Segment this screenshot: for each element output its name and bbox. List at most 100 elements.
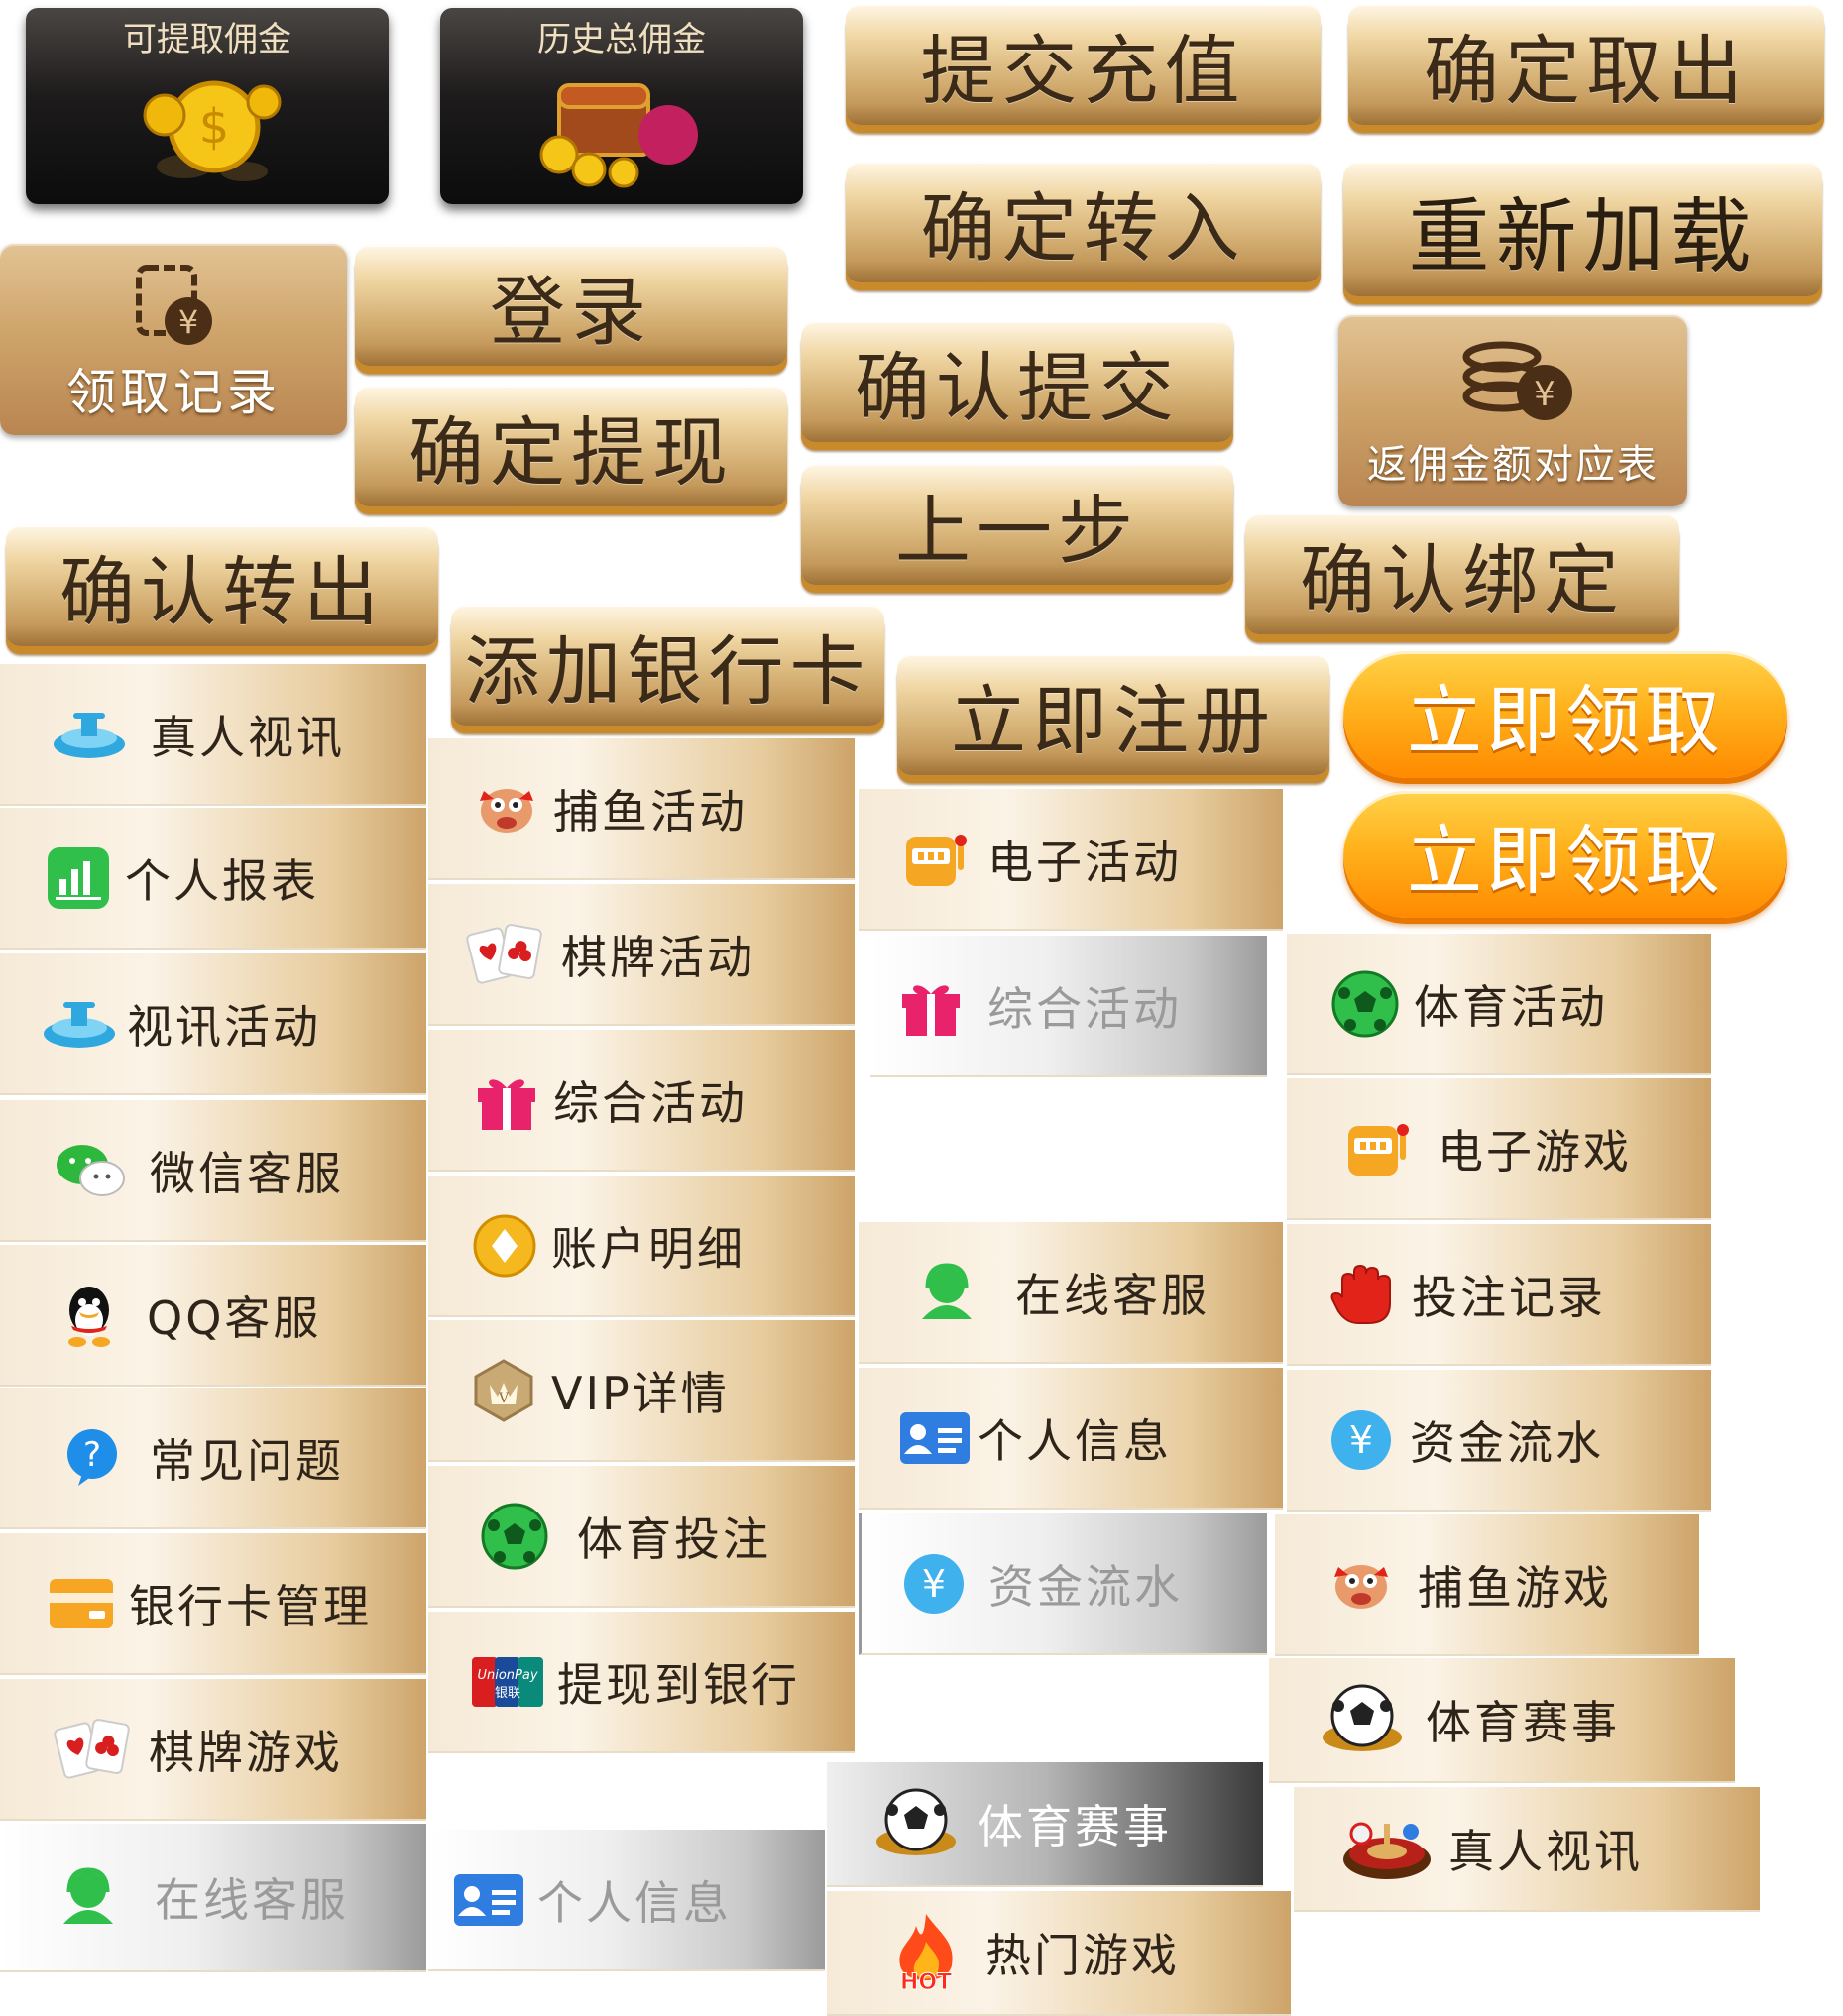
- menu-item-personal-report[interactable]: 个人报表: [0, 808, 426, 950]
- question-mark: ?: [83, 1435, 101, 1475]
- menu-item-wechat-support[interactable]: 微信客服: [0, 1100, 426, 1242]
- submit-recharge-button[interactable]: 提交充值: [846, 4, 1321, 125]
- confirm-withdraw-button[interactable]: 确定提现: [355, 386, 787, 506]
- confirm-submit-button[interactable]: 确认提交: [801, 321, 1233, 442]
- menu-item-label: 银行卡管理: [129, 1579, 372, 1633]
- button-label: 立即领取: [1407, 677, 1724, 765]
- confirm-bind-button[interactable]: 确认绑定: [1245, 513, 1679, 634]
- menu-item-electronic-activity[interactable]: 电子活动: [859, 789, 1283, 931]
- confirm-withdraw-out-button[interactable]: 确定取出: [1348, 4, 1824, 125]
- cards-icon: [464, 921, 547, 988]
- menu-item-personal-info-disabled[interactable]: 个人信息: [428, 1830, 825, 1971]
- slot-machine-icon: [902, 827, 970, 892]
- confirm-transfer-out-button[interactable]: 确认转出: [6, 525, 438, 646]
- menu-item-personal-info[interactable]: 个人信息: [859, 1368, 1283, 1510]
- menu-item-label: 棋牌活动: [561, 930, 755, 984]
- menu-item-label: 微信客服: [150, 1146, 344, 1200]
- menu-item-sports-betting[interactable]: 体育投注: [428, 1466, 855, 1608]
- menu-item-label: 个人报表: [125, 853, 319, 908]
- menu-item-fishing-games[interactable]: 捕鱼游戏: [1275, 1514, 1699, 1656]
- fish-icon: [1328, 1555, 1394, 1615]
- menu-item-card-activity[interactable]: 棋牌活动: [428, 884, 855, 1026]
- menu-item-label: 视讯活动: [127, 999, 321, 1054]
- menu-item-qq-support[interactable]: QQ客服: [0, 1245, 426, 1387]
- button-label: 返佣金额对应表: [1367, 442, 1659, 488]
- coin-stack-yuan-icon: ¥: [1462, 341, 1572, 420]
- button-label: 添加银行卡: [464, 627, 871, 716]
- menu-item-live-video[interactable]: 真人视讯: [0, 664, 426, 806]
- unionpay-icon: UnionPay 银联: [472, 1656, 543, 1707]
- menu-item-hot-games[interactable]: HOT 热门游戏: [827, 1891, 1291, 2016]
- claim-now-button[interactable]: 立即领取: [1343, 651, 1787, 778]
- menu-item-sports-events-active[interactable]: 体育赛事: [827, 1762, 1263, 1887]
- menu-item-fund-flow-disabled[interactable]: ¥ 资金流水: [859, 1513, 1267, 1655]
- menu-item-fishing-activity[interactable]: 捕鱼活动: [428, 738, 855, 880]
- menu-item-electronic-games[interactable]: 电子游戏: [1287, 1078, 1711, 1220]
- button-label: 确认绑定: [1300, 536, 1625, 624]
- report-icon: [48, 846, 109, 909]
- menu-item-label: 投注记录: [1412, 1270, 1606, 1324]
- gift-icon: [898, 974, 964, 1038]
- register-now-button[interactable]: 立即注册: [897, 654, 1329, 775]
- support-icon: [916, 1262, 978, 1323]
- menu-item-vip-details[interactable]: V VIP详情: [428, 1320, 855, 1462]
- menu-item-sports-events[interactable]: 体育赛事: [1269, 1658, 1735, 1783]
- menu-item-faq[interactable]: ? 常见问题: [0, 1388, 426, 1529]
- vip-icon: V: [470, 1357, 537, 1424]
- menu-item-bet-records[interactable]: 投注记录: [1287, 1224, 1711, 1366]
- menu-item-bank-card[interactable]: 银行卡管理: [0, 1533, 426, 1675]
- hot-fire-icon: HOT: [890, 1912, 962, 1993]
- button-label: 立即领取: [1407, 817, 1724, 905]
- soccer-ball-icon: [480, 1502, 549, 1571]
- question-icon: ?: [64, 1428, 120, 1488]
- withdrawable-commission-card[interactable]: 可提取佣金 $: [26, 8, 389, 204]
- yuan-coin-icon: ¥: [901, 1551, 967, 1617]
- menu-item-label: 个人信息: [978, 1413, 1172, 1468]
- menu-item-fund-flow[interactable]: ¥ 资金流水: [1287, 1370, 1711, 1512]
- menu-item-card-games[interactable]: 棋牌游戏: [0, 1679, 426, 1821]
- unionpay-chinese: 银联: [495, 1686, 520, 1701]
- menu-item-general-activity[interactable]: 综合活动: [428, 1030, 855, 1172]
- menu-item-sports-activity[interactable]: 体育活动: [1287, 934, 1711, 1075]
- menu-item-general-activity-disabled[interactable]: 综合活动: [870, 936, 1267, 1077]
- unionpay-text: UnionPay: [477, 1668, 537, 1683]
- hand-icon: [1328, 1260, 1398, 1329]
- add-bank-card-button[interactable]: 添加银行卡: [451, 605, 884, 726]
- button-label: 领取记录: [66, 364, 281, 421]
- menu-item-withdraw-to-bank[interactable]: UnionPay 银联 提现到银行: [428, 1612, 855, 1753]
- previous-step-button[interactable]: 上一步: [801, 464, 1233, 585]
- support-icon: [58, 1866, 119, 1928]
- hot-badge: HOT: [900, 1970, 952, 1993]
- menu-item-label: 在线客服: [155, 1873, 349, 1927]
- menu-item-online-support[interactable]: 在线客服: [859, 1222, 1283, 1364]
- roulette-icon: [1341, 1814, 1433, 1883]
- menu-item-label: 综合活动: [553, 1075, 748, 1130]
- menu-item-label: 体育赛事: [1426, 1696, 1620, 1749]
- menu-item-video-activity[interactable]: 视讯活动: [0, 953, 426, 1095]
- button-label: 上一步: [895, 487, 1139, 575]
- wechat-icon: [55, 1141, 126, 1200]
- menu-item-live-casino[interactable]: 真人视讯: [1294, 1787, 1760, 1912]
- live-video-icon: [40, 994, 119, 1054]
- menu-item-label: VIP详情: [551, 1366, 730, 1420]
- slot-machine-icon: [1344, 1116, 1412, 1181]
- confirm-transfer-in-button[interactable]: 确定转入: [846, 162, 1321, 282]
- reload-button[interactable]: 重新加载: [1343, 162, 1822, 296]
- menu-item-label: 真人视讯: [151, 710, 345, 764]
- commission-table-button[interactable]: ¥ 返佣金额对应表: [1338, 315, 1687, 506]
- menu-item-label: 资金流水: [1410, 1415, 1604, 1470]
- yuan-symbol: ¥: [1534, 375, 1555, 414]
- treasure-chest-icon: [539, 83, 698, 188]
- menu-item-label: 体育投注: [577, 1512, 771, 1566]
- button-label: 确认转出: [59, 548, 385, 636]
- cards-icon: [52, 1716, 135, 1783]
- menu-item-label: 捕鱼活动: [553, 784, 748, 839]
- menu-item-label: 提现到银行: [557, 1657, 800, 1712]
- bank-card-icon: [50, 1577, 115, 1630]
- login-button[interactable]: 登录: [355, 245, 787, 366]
- claim-now-button-2[interactable]: 立即领取: [1343, 791, 1787, 918]
- claim-record-button[interactable]: ¥ 领取记录: [0, 244, 347, 435]
- total-commission-card[interactable]: 历史总佣金: [440, 8, 803, 204]
- menu-item-online-support-disabled[interactable]: 在线客服: [0, 1824, 426, 1972]
- menu-item-account-details[interactable]: 账户明细: [428, 1176, 855, 1317]
